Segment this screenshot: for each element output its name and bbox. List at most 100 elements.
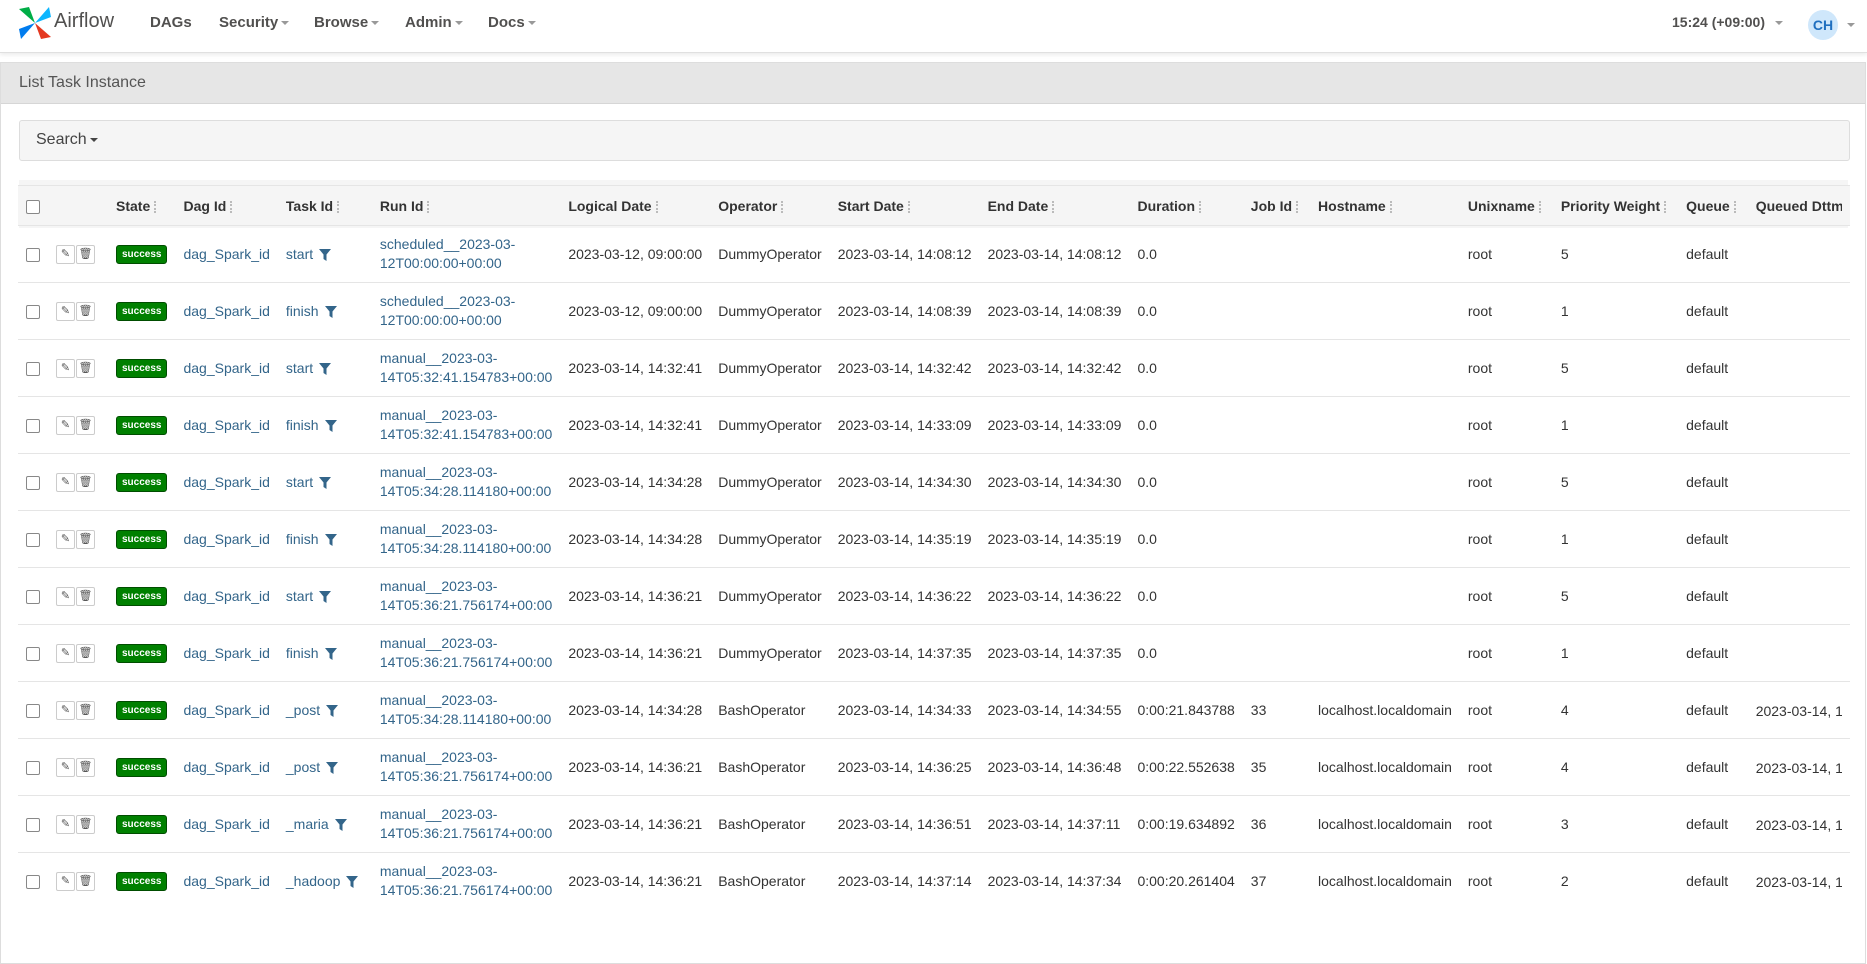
row-checkbox[interactable] (26, 704, 40, 719)
row-checkbox[interactable] (26, 533, 40, 548)
trash-icon[interactable]: 🗑 (76, 871, 95, 891)
edit-icon[interactable]: ✎ (56, 472, 75, 492)
task-id-link[interactable]: _maria (286, 816, 329, 832)
trash-icon[interactable]: 🗑 (76, 643, 95, 663)
filter-icon[interactable] (319, 591, 332, 604)
row-checkbox[interactable] (26, 818, 40, 833)
row-checkbox[interactable] (26, 761, 40, 776)
dag-id-link[interactable]: dag_Spark_id (175, 567, 278, 625)
col-task-id[interactable]: Task Id (277, 185, 372, 226)
trash-icon[interactable]: 🗑 (76, 244, 95, 264)
col-end-date[interactable]: End Date (979, 185, 1130, 226)
trash-icon[interactable]: 🗑 (76, 472, 95, 492)
filter-icon[interactable] (326, 705, 339, 718)
task-id-link[interactable]: finish (286, 531, 319, 547)
search-toggle[interactable]: Search (19, 120, 1850, 161)
col-unixname[interactable]: Unixname (1459, 185, 1553, 226)
edit-icon[interactable]: ✎ (56, 358, 75, 378)
dag-id-link[interactable]: dag_Spark_id (175, 738, 278, 796)
col-run-id[interactable]: Run Id (371, 185, 561, 226)
filter-icon[interactable] (324, 648, 337, 661)
brand-name[interactable]: Airflow (54, 10, 114, 33)
dag-id-link[interactable]: dag_Spark_id (175, 795, 278, 853)
dag-id-link[interactable]: dag_Spark_id (175, 510, 278, 568)
run-id-cell[interactable]: manual__2023-03- 14T05:32:41.154783+00:00 (371, 339, 561, 397)
select-all-checkbox[interactable] (26, 199, 40, 214)
row-checkbox[interactable] (26, 248, 40, 263)
filter-icon[interactable] (334, 819, 347, 832)
col-logical-date[interactable]: Logical Date (560, 185, 711, 226)
edit-icon[interactable]: ✎ (56, 757, 75, 777)
timezone-clock[interactable]: 15:24 (+09:00) (1672, 14, 1784, 30)
col-hostname[interactable]: Hostname (1310, 185, 1460, 226)
run-id-cell[interactable]: manual__2023-03- 14T05:36:21.756174+00:00 (371, 852, 561, 909)
row-checkbox[interactable] (26, 362, 40, 377)
trash-icon[interactable]: 🗑 (76, 301, 95, 321)
nav-admin[interactable]: Admin (405, 14, 463, 31)
task-id-link[interactable]: start (286, 474, 313, 490)
dag-id-link[interactable]: dag_Spark_id (175, 339, 278, 397)
run-id-cell[interactable]: manual__2023-03- 14T05:34:28.114180+00:00 (371, 510, 561, 568)
edit-icon[interactable]: ✎ (56, 529, 75, 549)
user-avatar[interactable]: CH (1808, 10, 1838, 40)
col-job-id[interactable]: Job Id (1242, 185, 1311, 226)
dag-id-link[interactable]: dag_Spark_id (175, 282, 278, 340)
col-queued-dttm[interactable]: Queued Dttm (1747, 185, 1850, 226)
edit-icon[interactable]: ✎ (56, 643, 75, 663)
filter-icon[interactable] (319, 477, 332, 490)
task-id-link[interactable]: start (286, 246, 313, 262)
task-id-link[interactable]: _post (286, 702, 320, 718)
col-queue[interactable]: Queue (1678, 185, 1748, 226)
dag-id-link[interactable]: dag_Spark_id (175, 852, 278, 909)
nav-browse[interactable]: Browse (314, 14, 380, 31)
row-checkbox[interactable] (26, 419, 40, 434)
run-id-cell[interactable]: scheduled__2023-03- 12T00:00:00+00:00 (371, 225, 561, 283)
row-checkbox[interactable] (26, 476, 40, 491)
run-id-cell[interactable]: manual__2023-03- 14T05:34:28.114180+00:00 (371, 681, 561, 739)
trash-icon[interactable]: 🗑 (76, 700, 95, 720)
col-start-date[interactable]: Start Date (829, 185, 980, 226)
run-id-cell[interactable]: manual__2023-03- 14T05:36:21.756174+00:00 (371, 795, 561, 853)
nav-security[interactable]: Security (219, 14, 290, 31)
col-dag-id[interactable]: Dag Id (175, 185, 278, 226)
task-id-link[interactable]: _post (286, 759, 320, 775)
run-id-cell[interactable]: manual__2023-03- 14T05:36:21.756174+00:00 (371, 738, 561, 796)
filter-icon[interactable] (326, 762, 339, 775)
filter-icon[interactable] (346, 876, 359, 889)
nav-docs[interactable]: Docs (488, 14, 536, 31)
task-id-link[interactable]: _hadoop (286, 873, 341, 889)
edit-icon[interactable]: ✎ (56, 415, 75, 435)
row-checkbox[interactable] (26, 647, 40, 662)
run-id-cell[interactable]: manual__2023-03- 14T05:32:41.154783+00:00 (371, 396, 561, 454)
nav-dags[interactable]: DAGs (150, 14, 192, 31)
chevron-down-icon[interactable] (1847, 23, 1855, 27)
trash-icon[interactable]: 🗑 (76, 358, 95, 378)
row-checkbox[interactable] (26, 305, 40, 320)
task-id-link[interactable]: start (286, 588, 313, 604)
dag-id-link[interactable]: dag_Spark_id (175, 225, 278, 283)
task-id-link[interactable]: finish (286, 303, 319, 319)
edit-icon[interactable]: ✎ (56, 700, 75, 720)
run-id-cell[interactable]: manual__2023-03- 14T05:36:21.756174+00:00 (371, 624, 561, 682)
row-checkbox[interactable] (26, 875, 40, 890)
edit-icon[interactable]: ✎ (56, 814, 75, 834)
trash-icon[interactable]: 🗑 (76, 586, 95, 606)
dag-id-link[interactable]: dag_Spark_id (175, 624, 278, 682)
col-operator[interactable]: Operator (710, 185, 830, 226)
dag-id-link[interactable]: dag_Spark_id (175, 681, 278, 739)
edit-icon[interactable]: ✎ (56, 871, 75, 891)
run-id-cell[interactable]: manual__2023-03- 14T05:34:28.114180+00:00 (371, 453, 561, 511)
airflow-logo-icon[interactable] (15, 3, 55, 43)
filter-icon[interactable] (324, 306, 337, 319)
filter-icon[interactable] (324, 420, 337, 433)
filter-icon[interactable] (324, 534, 337, 547)
dag-id-link[interactable]: dag_Spark_id (175, 396, 278, 454)
task-id-link[interactable]: start (286, 360, 313, 376)
dag-id-link[interactable]: dag_Spark_id (175, 453, 278, 511)
filter-icon[interactable] (319, 363, 332, 376)
edit-icon[interactable]: ✎ (56, 586, 75, 606)
edit-icon[interactable]: ✎ (56, 301, 75, 321)
row-checkbox[interactable] (26, 590, 40, 605)
col-state[interactable]: State (108, 185, 176, 226)
trash-icon[interactable]: 🗑 (76, 529, 95, 549)
